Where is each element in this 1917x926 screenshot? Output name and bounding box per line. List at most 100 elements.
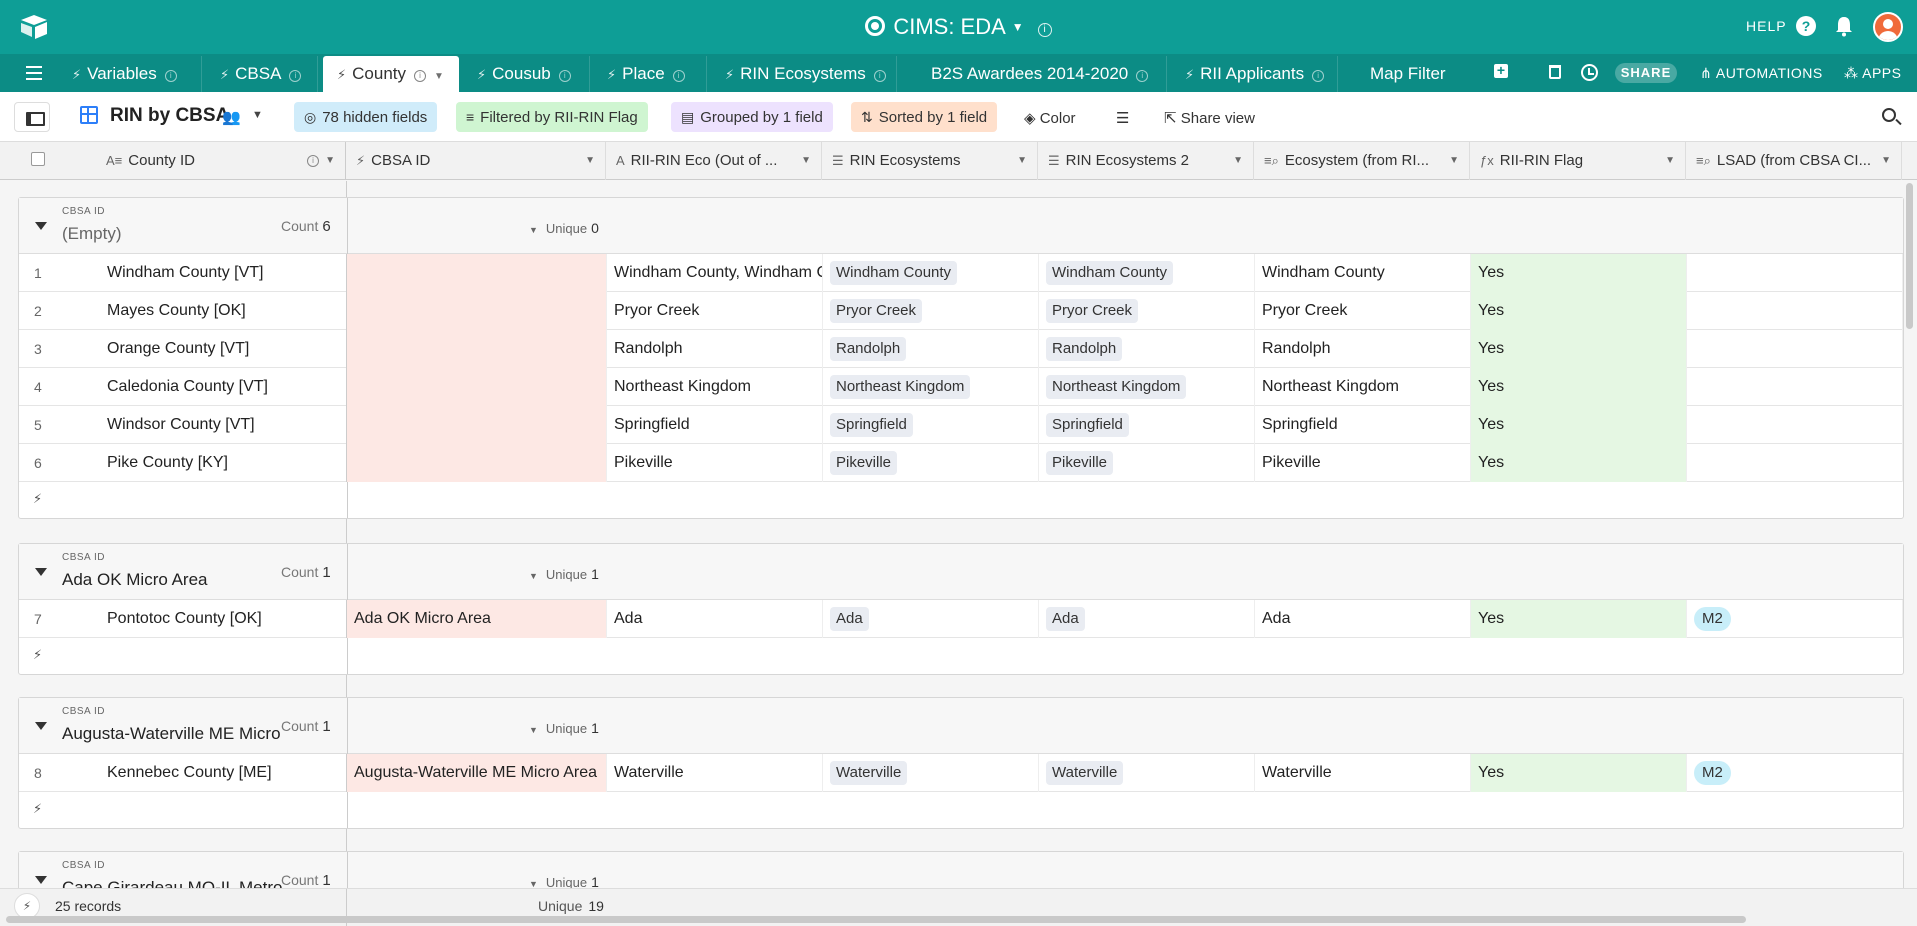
table-row[interactable]: 8 Kennebec County [ME] Augusta-Watervill… — [19, 754, 1903, 792]
info-icon[interactable]: i — [672, 70, 685, 82]
cell-county-id[interactable]: Windsor County [VT] — [89, 406, 347, 444]
column-header-rii-rin-eco[interactable]: A RII-RIN Eco (Out of ... ▼ — [606, 142, 822, 180]
add-record-icon[interactable]: ⚡ — [33, 491, 42, 507]
collapse-group-icon[interactable] — [35, 222, 47, 230]
cell-lsad[interactable] — [1687, 368, 1903, 406]
cell-rii-rin-eco[interactable]: Waterville — [607, 754, 823, 792]
info-icon[interactable]: i — [873, 70, 886, 82]
base-title[interactable]: CIMS: EDA ▼ i — [0, 14, 1917, 40]
cell-rin-ecosystems-2[interactable]: Ada — [1039, 600, 1255, 638]
row-height-icon[interactable]: ☰ — [1116, 109, 1129, 127]
select-all-checkbox[interactable] — [31, 152, 45, 166]
cell-rii-rin-eco[interactable]: Windham County, Windham County — [607, 254, 823, 292]
vertical-scrollbar[interactable] — [1906, 183, 1913, 329]
linked-record-pill[interactable]: Pryor Creek — [830, 299, 923, 323]
cell-cbsa-id[interactable]: Ada OK Micro Area — [347, 600, 607, 638]
sort-button[interactable]: ⇅ Sorted by 1 field — [851, 102, 998, 132]
cell-ecosystem-from[interactable]: Randolph — [1255, 330, 1471, 368]
info-icon[interactable]: i — [558, 70, 571, 82]
column-header-rii-rin-flag[interactable]: ƒx RII-RIN Flag ▼ — [1470, 142, 1686, 180]
cell-rin-ecosystems-2[interactable]: Waterville — [1039, 754, 1255, 792]
cell-rii-rin-flag[interactable]: Yes — [1471, 754, 1687, 792]
cell-rii-rin-flag[interactable]: Yes — [1471, 254, 1687, 292]
cell-ecosystem-from[interactable]: Windham County — [1255, 254, 1471, 292]
cell-rii-rin-eco[interactable]: Springfield — [607, 406, 823, 444]
info-icon[interactable]: i — [289, 70, 302, 82]
column-header-ecosystem-from[interactable]: ≡⌕ Ecosystem (from RI... ▼ — [1254, 142, 1470, 180]
cell-rin-ecosystems[interactable]: Pryor Creek — [823, 292, 1039, 330]
cell-rii-rin-eco[interactable]: Ada — [607, 600, 823, 638]
hide-fields-button[interactable]: ◎ 78 hidden fields — [294, 102, 438, 132]
cell-rin-ecosystems[interactable]: Waterville — [823, 754, 1039, 792]
unique-summary[interactable]: Unique 19 — [538, 898, 604, 914]
linked-record-pill[interactable]: Ada — [830, 607, 869, 631]
add-record-row[interactable]: ⚡ — [19, 482, 1903, 518]
cell-rii-rin-flag[interactable]: Yes — [1471, 444, 1687, 482]
cell-cbsa-id[interactable] — [347, 292, 607, 330]
linked-record-pill[interactable]: Northeast Kingdom — [830, 375, 971, 399]
cell-rin-ecosystems[interactable]: Windham County — [823, 254, 1039, 292]
chevron-down-icon[interactable]: ▼ — [1665, 142, 1675, 179]
cell-rin-ecosystems-2[interactable]: Northeast Kingdom — [1039, 368, 1255, 406]
tab-b2s-awardees[interactable]: B2S Awardees 2014-2020 i — [917, 56, 1167, 92]
chevron-down-icon[interactable]: ▼ — [1233, 142, 1243, 179]
bell-icon[interactable] — [1835, 15, 1853, 37]
add-table-icon[interactable]: + — [1494, 63, 1508, 78]
help-icon[interactable]: ? — [1796, 16, 1816, 36]
group-unique-summary[interactable]: ▼ Unique 0 — [529, 220, 599, 236]
cell-rin-ecosystems-2[interactable]: Windham County — [1039, 254, 1255, 292]
cell-rii-rin-eco[interactable]: Randolph — [607, 330, 823, 368]
linked-record-pill[interactable]: Springfield — [830, 413, 913, 437]
linked-record-pill[interactable]: Pryor Creek — [1046, 299, 1139, 323]
color-button[interactable]: ◈ Color — [1024, 109, 1076, 127]
chevron-down-icon[interactable]: ▼ — [325, 142, 335, 179]
add-record-row[interactable]: ⚡ — [19, 638, 1903, 674]
apps-button[interactable]: ⁂ APPS — [1844, 65, 1901, 82]
chevron-down-icon[interactable]: ▼ — [1012, 20, 1024, 34]
info-icon[interactable]: i — [307, 155, 319, 167]
cell-ecosystem-from[interactable]: Waterville — [1255, 754, 1471, 792]
cell-rin-ecosystems[interactable]: Pikeville — [823, 444, 1039, 482]
chevron-down-icon[interactable]: ▼ — [585, 142, 595, 179]
chevron-down-icon[interactable]: ▼ — [252, 109, 263, 121]
table-row[interactable]: 6 Pike County [KY] Pikeville Pikeville P… — [19, 444, 1903, 482]
cell-cbsa-id[interactable] — [347, 406, 607, 444]
cell-cbsa-id[interactable]: Augusta-Waterville ME Micro Area — [347, 754, 607, 792]
cell-lsad[interactable] — [1687, 254, 1903, 292]
cell-rin-ecosystems[interactable]: Northeast Kingdom — [823, 368, 1039, 406]
share-view-button[interactable]: ⇱ Share view — [1164, 109, 1255, 127]
linked-record-pill[interactable]: Northeast Kingdom — [1046, 375, 1187, 399]
chevron-down-icon[interactable]: ▼ — [434, 71, 444, 82]
table-row[interactable]: 3 Orange County [VT] Randolph Randolph R… — [19, 330, 1903, 368]
tab-map-filter[interactable]: Map Filter — [1356, 56, 1472, 92]
cell-rin-ecosystems[interactable]: Randolph — [823, 330, 1039, 368]
share-button[interactable]: SHARE — [1615, 63, 1677, 83]
collapse-group-icon[interactable] — [35, 568, 47, 576]
cell-rin-ecosystems[interactable]: Ada — [823, 600, 1039, 638]
tab-rii-applicants[interactable]: ⚡ RII Applicants i — [1171, 56, 1338, 92]
cell-ecosystem-from[interactable]: Ada — [1255, 600, 1471, 638]
linked-record-pill[interactable]: Windham County — [1046, 261, 1174, 285]
sidebar-toggle-icon[interactable] — [14, 102, 50, 132]
add-record-row[interactable]: ⚡ — [19, 792, 1903, 828]
column-header-county-id[interactable]: A≡ County ID i ▼ — [96, 142, 346, 180]
cell-lsad[interactable] — [1687, 406, 1903, 444]
linked-record-pill[interactable]: Springfield — [1046, 413, 1129, 437]
chevron-down-icon[interactable]: ▼ — [1881, 142, 1891, 179]
linked-record-pill[interactable]: Waterville — [1046, 761, 1124, 785]
cell-rii-rin-flag[interactable]: Yes — [1471, 292, 1687, 330]
tab-rin-ecosystems[interactable]: ⚡ RIN Ecosystems i — [711, 56, 897, 92]
table-row[interactable]: 4 Caledonia County [VT] Northeast Kingdo… — [19, 368, 1903, 406]
cell-lsad[interactable] — [1687, 330, 1903, 368]
column-header-rin-ecosystems-2[interactable]: ☰ RIN Ecosystems 2 ▼ — [1038, 142, 1254, 180]
cell-cbsa-id[interactable] — [347, 444, 607, 482]
cell-county-id[interactable]: Pike County [KY] — [89, 444, 347, 482]
cell-county-id[interactable]: Orange County [VT] — [89, 330, 347, 368]
table-row[interactable]: 7 Pontotoc County [OK] Ada OK Micro Area… — [19, 600, 1903, 638]
cell-rii-rin-flag[interactable]: Yes — [1471, 600, 1687, 638]
cell-lsad[interactable] — [1687, 292, 1903, 330]
trash-icon[interactable] — [1549, 65, 1561, 79]
cell-rii-rin-eco[interactable]: Pikeville — [607, 444, 823, 482]
cell-rin-ecosystems-2[interactable]: Randolph — [1039, 330, 1255, 368]
menu-icon[interactable] — [26, 66, 42, 80]
